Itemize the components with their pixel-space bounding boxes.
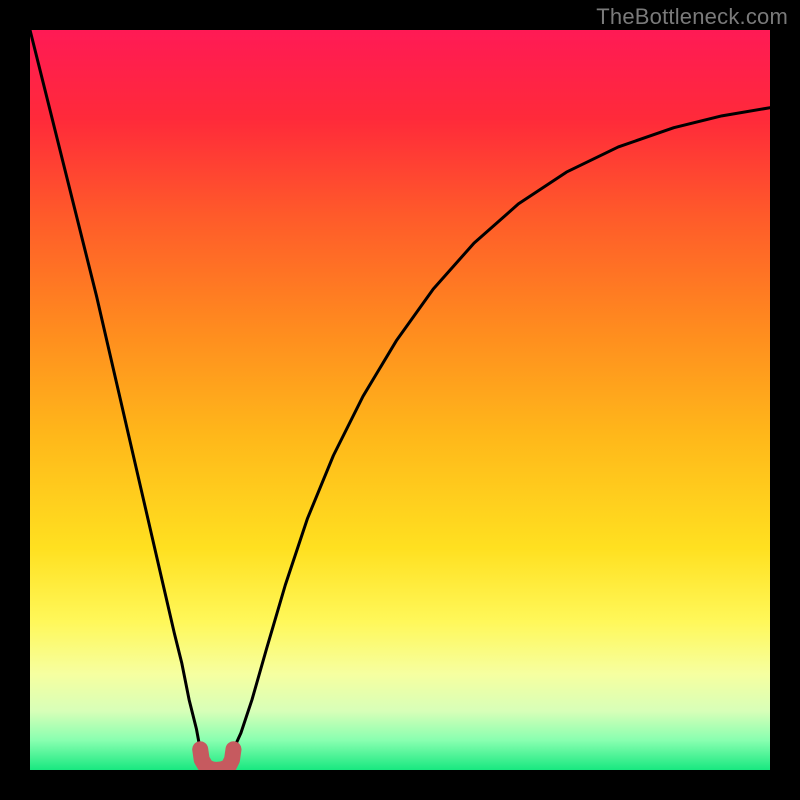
outer-frame: TheBottleneck.com: [0, 0, 800, 800]
plot-area: [30, 30, 770, 770]
chart-svg: [30, 30, 770, 770]
chart-background: [30, 30, 770, 770]
watermark-text: TheBottleneck.com: [596, 4, 788, 30]
